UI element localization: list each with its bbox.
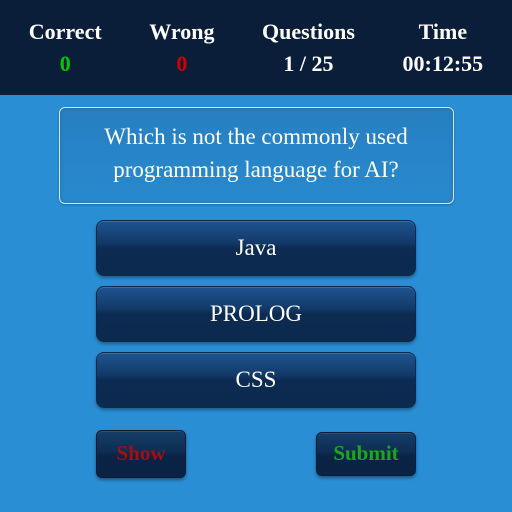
stat-correct: Correct 0 [29, 19, 102, 77]
stat-time: Time 00:12:55 [403, 19, 484, 77]
answer-option[interactable]: Java [96, 220, 416, 276]
controls-row: Show Submit [96, 430, 416, 478]
stat-wrong: Wrong 0 [149, 19, 214, 77]
stat-questions-label: Questions [262, 19, 355, 45]
stat-time-label: Time [419, 19, 467, 45]
stat-correct-label: Correct [29, 19, 102, 45]
main-area: Which is not the commonly used programmi… [0, 95, 512, 478]
stat-questions: Questions 1 / 25 [262, 19, 355, 77]
stat-wrong-value: 0 [176, 51, 187, 77]
stat-wrong-label: Wrong [149, 19, 214, 45]
show-button[interactable]: Show [96, 430, 186, 478]
submit-button[interactable]: Submit [316, 432, 416, 476]
stat-time-value: 00:12:55 [403, 51, 484, 77]
answers-list: Java PROLOG CSS [96, 220, 416, 408]
stats-header: Correct 0 Wrong 0 Questions 1 / 25 Time … [0, 0, 512, 95]
question-text: Which is not the commonly used programmi… [59, 107, 454, 204]
answer-option[interactable]: PROLOG [96, 286, 416, 342]
stat-correct-value: 0 [60, 51, 71, 77]
answer-option[interactable]: CSS [96, 352, 416, 408]
stat-questions-value: 1 / 25 [283, 51, 333, 77]
